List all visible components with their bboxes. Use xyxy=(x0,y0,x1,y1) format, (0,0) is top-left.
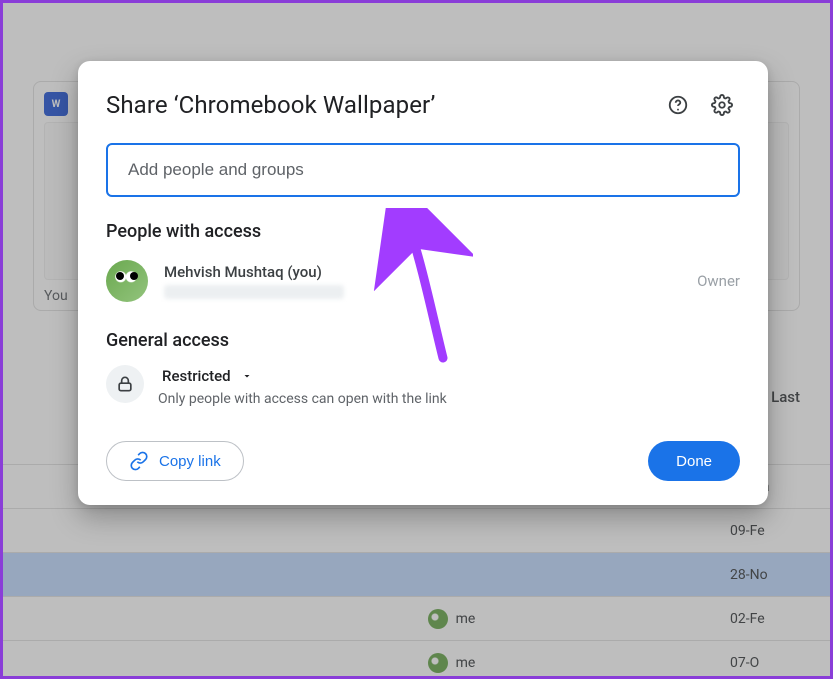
dialog-title: Share ‘Chromebook Wallpaper’ xyxy=(106,91,652,119)
copy-link-label: Copy link xyxy=(159,453,221,470)
access-level-dropdown[interactable]: Restricted xyxy=(158,365,447,387)
person-role: Owner xyxy=(697,272,740,290)
done-button[interactable]: Done xyxy=(648,441,740,481)
caret-down-icon xyxy=(241,370,253,382)
help-icon[interactable] xyxy=(660,87,696,123)
access-level-description: Only people with access can open with th… xyxy=(158,391,447,407)
access-level-label: Restricted xyxy=(162,367,231,385)
lock-icon xyxy=(106,365,144,403)
share-dialog: Share ‘Chromebook Wallpaper’ People with… xyxy=(78,61,768,505)
link-icon xyxy=(129,451,149,471)
add-people-input[interactable] xyxy=(106,143,740,197)
person-row: Mehvish Mushtaq (you) Owner xyxy=(106,256,740,306)
person-name: Mehvish Mushtaq (you) xyxy=(164,263,681,281)
avatar xyxy=(106,260,148,302)
general-access-heading: General access xyxy=(106,330,740,351)
person-email-redacted xyxy=(164,285,344,299)
gear-icon[interactable] xyxy=(704,87,740,123)
copy-link-button[interactable]: Copy link xyxy=(106,441,244,481)
people-with-access-heading: People with access xyxy=(106,221,740,242)
